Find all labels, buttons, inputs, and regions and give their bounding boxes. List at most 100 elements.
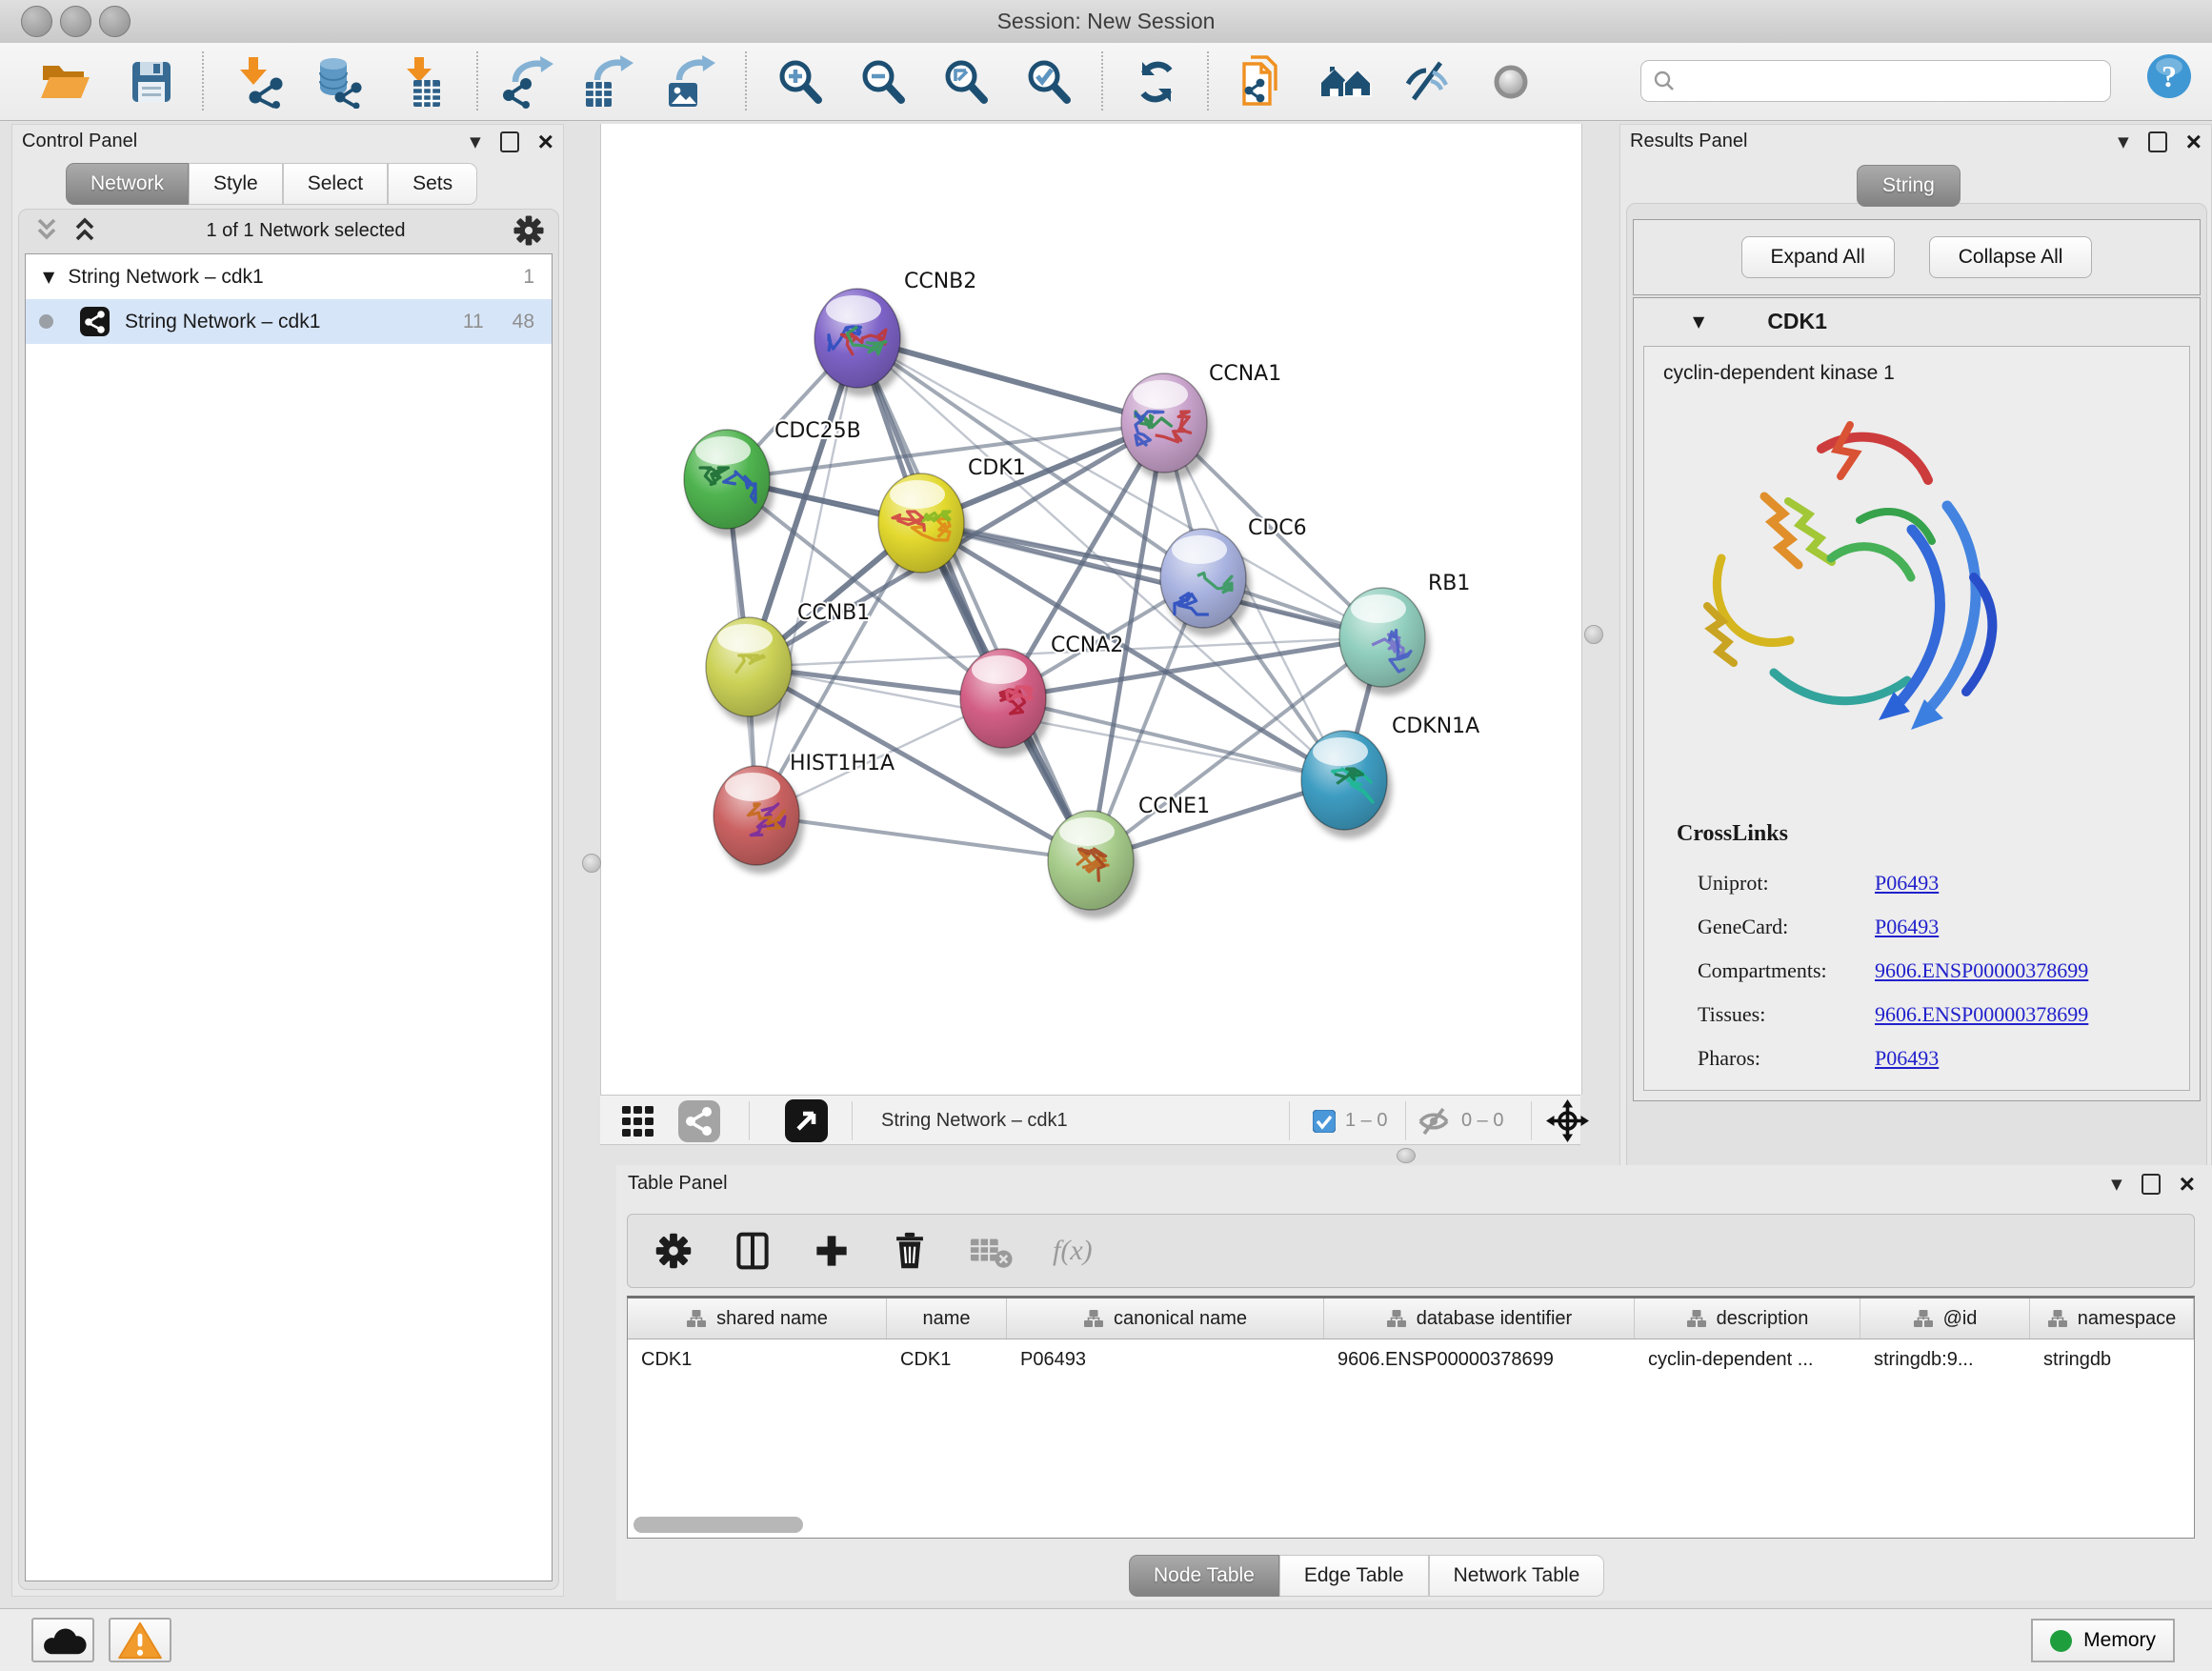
import-table-from-file-button[interactable] — [391, 50, 459, 113]
panel-menu-icon[interactable]: ▼ — [2118, 133, 2129, 151]
table-cell[interactable]: CDK1 — [887, 1339, 1007, 1379]
crosslink-link[interactable]: 9606.ENSP00000378699 — [1875, 1002, 2088, 1027]
expand-all-networks-icon[interactable] — [70, 217, 99, 244]
refresh-button[interactable] — [1122, 50, 1191, 113]
zoom-in-button[interactable] — [766, 50, 835, 113]
network-row[interactable]: String Network – cdk1 11 48 — [26, 299, 552, 344]
network-options-gear-icon[interactable] — [513, 214, 545, 247]
zoom-fit-button[interactable] — [932, 50, 1000, 113]
search-input[interactable] — [1683, 70, 2099, 93]
tab-sets[interactable]: Sets — [388, 163, 477, 205]
tab-select[interactable]: Select — [283, 163, 388, 205]
open-in-window-icon[interactable] — [785, 1099, 828, 1142]
delete-table-button[interactable] — [969, 1231, 1013, 1271]
table-cell[interactable]: 9606.ENSP00000378699 — [1324, 1339, 1635, 1379]
table-cell[interactable]: stringdb:9... — [1860, 1339, 2030, 1379]
home-button[interactable] — [1312, 50, 1380, 113]
export-image-button[interactable] — [655, 50, 724, 113]
column-header[interactable]: shared name — [628, 1299, 887, 1339]
horizontal-scrollbar-thumb[interactable] — [633, 1517, 803, 1533]
table-options-button[interactable] — [654, 1232, 693, 1270]
network-node[interactable] — [1160, 529, 1251, 636]
import-network-from-database-button[interactable] — [305, 50, 373, 113]
save-session-button[interactable] — [116, 50, 185, 113]
show-all-button[interactable] — [1477, 50, 1545, 113]
network-node[interactable] — [714, 766, 804, 874]
hidden-eye-icon[interactable] — [1416, 1105, 1452, 1137]
network-node[interactable] — [684, 430, 774, 537]
table-cell[interactable]: CDK1 — [628, 1339, 887, 1379]
bottom-splitter-handle[interactable] — [1397, 1148, 1416, 1163]
network-node[interactable] — [706, 617, 796, 725]
column-type-icon — [1083, 1309, 1104, 1328]
crosslink-link[interactable]: 9606.ENSP00000378699 — [1875, 958, 2088, 983]
panel-float-icon[interactable] — [2148, 131, 2167, 152]
panel-menu-icon[interactable]: ▼ — [2111, 1176, 2122, 1193]
tab-network-table[interactable]: Network Table — [1429, 1555, 1605, 1597]
collapse-all-button[interactable]: Collapse All — [1929, 236, 2093, 278]
panel-close-icon[interactable]: × — [2186, 133, 2202, 151]
network-node[interactable] — [814, 289, 905, 396]
warnings-button[interactable] — [109, 1618, 171, 1662]
cloud-button[interactable] — [31, 1618, 94, 1662]
zoom-selected-button[interactable] — [1015, 50, 1083, 113]
network-canvas[interactable]: CCNB2CCNA1CDC25BCDK1CDC6RB1CCNB1CCNA2CDK… — [600, 124, 1582, 1095]
column-header[interactable]: canonical name — [1007, 1299, 1324, 1339]
table-cell[interactable]: cyclin-dependent ... — [1635, 1339, 1860, 1379]
export-network-button[interactable] — [493, 50, 562, 113]
column-header[interactable]: @id — [1860, 1299, 2030, 1339]
panel-close-icon[interactable]: × — [2180, 1176, 2195, 1193]
birds-eye-grid-icon[interactable] — [620, 1103, 656, 1139]
table-row[interactable]: CDK1CDK1P064939606.ENSP00000378699cyclin… — [628, 1339, 2194, 1379]
tab-node-table[interactable]: Node Table — [1129, 1555, 1279, 1597]
column-header[interactable]: description — [1635, 1299, 1860, 1339]
network-node[interactable] — [1048, 811, 1138, 918]
expand-all-button[interactable]: Expand All — [1741, 236, 1895, 278]
network-node[interactable] — [878, 473, 969, 581]
zoom-out-button[interactable] — [849, 50, 917, 113]
network-node[interactable] — [1121, 373, 1212, 481]
network-from-document-button[interactable] — [1228, 50, 1297, 113]
tab-style[interactable]: Style — [189, 163, 283, 205]
column-header[interactable]: name — [887, 1299, 1007, 1339]
open-session-button[interactable] — [30, 50, 99, 113]
delete-column-button[interactable] — [891, 1230, 929, 1272]
column-header[interactable]: namespace — [2030, 1299, 2194, 1339]
crosslink-link[interactable]: P06493 — [1875, 1046, 1939, 1071]
network-collection-row[interactable]: ▼ String Network – cdk1 1 — [26, 254, 552, 299]
panel-float-icon[interactable] — [2142, 1174, 2161, 1195]
network-node[interactable] — [1301, 731, 1392, 838]
table-cell[interactable]: P06493 — [1007, 1339, 1324, 1379]
function-builder-button[interactable]: f(x) — [1053, 1235, 1093, 1267]
crosslink-link[interactable]: P06493 — [1875, 871, 1939, 896]
import-network-from-file-button[interactable] — [225, 50, 293, 113]
network-edge — [1003, 698, 1344, 780]
network-status-dot-icon — [39, 314, 53, 329]
collection-expand-caret-icon[interactable]: ▼ — [43, 268, 54, 286]
tab-network[interactable]: Network — [66, 163, 189, 205]
show-columns-button[interactable] — [733, 1230, 773, 1272]
panel-close-icon[interactable]: × — [538, 133, 553, 151]
panel-menu-icon[interactable]: ▼ — [470, 133, 481, 151]
table-cell[interactable]: stringdb — [2030, 1339, 2194, 1379]
crosslink-link[interactable]: P06493 — [1875, 915, 1939, 939]
pan-crosshair-icon[interactable] — [1545, 1098, 1590, 1143]
collapse-all-networks-icon[interactable] — [32, 217, 61, 244]
string-panel-toggle-icon[interactable] — [678, 1100, 720, 1142]
column-header[interactable]: database identifier — [1324, 1299, 1635, 1339]
left-splitter-handle[interactable] — [582, 854, 601, 873]
create-column-button[interactable] — [813, 1231, 851, 1271]
network-node[interactable] — [960, 649, 1051, 756]
memory-button[interactable]: Memory — [2031, 1619, 2175, 1662]
network-node[interactable] — [1339, 588, 1430, 695]
tab-edge-table[interactable]: Edge Table — [1279, 1555, 1429, 1597]
hide-selection-button[interactable] — [1394, 50, 1462, 113]
protein-expand-caret-icon[interactable]: ▼ — [1693, 312, 1704, 331]
selected-checkbox-icon[interactable] — [1313, 1110, 1336, 1133]
help-button[interactable]: ? — [2145, 52, 2193, 100]
panel-float-icon[interactable] — [500, 131, 519, 152]
results-panel-title: Results Panel — [1630, 131, 1747, 152]
right-splitter-handle[interactable] — [1584, 625, 1603, 644]
tab-string[interactable]: String — [1857, 165, 1961, 207]
export-table-button[interactable] — [573, 50, 642, 113]
